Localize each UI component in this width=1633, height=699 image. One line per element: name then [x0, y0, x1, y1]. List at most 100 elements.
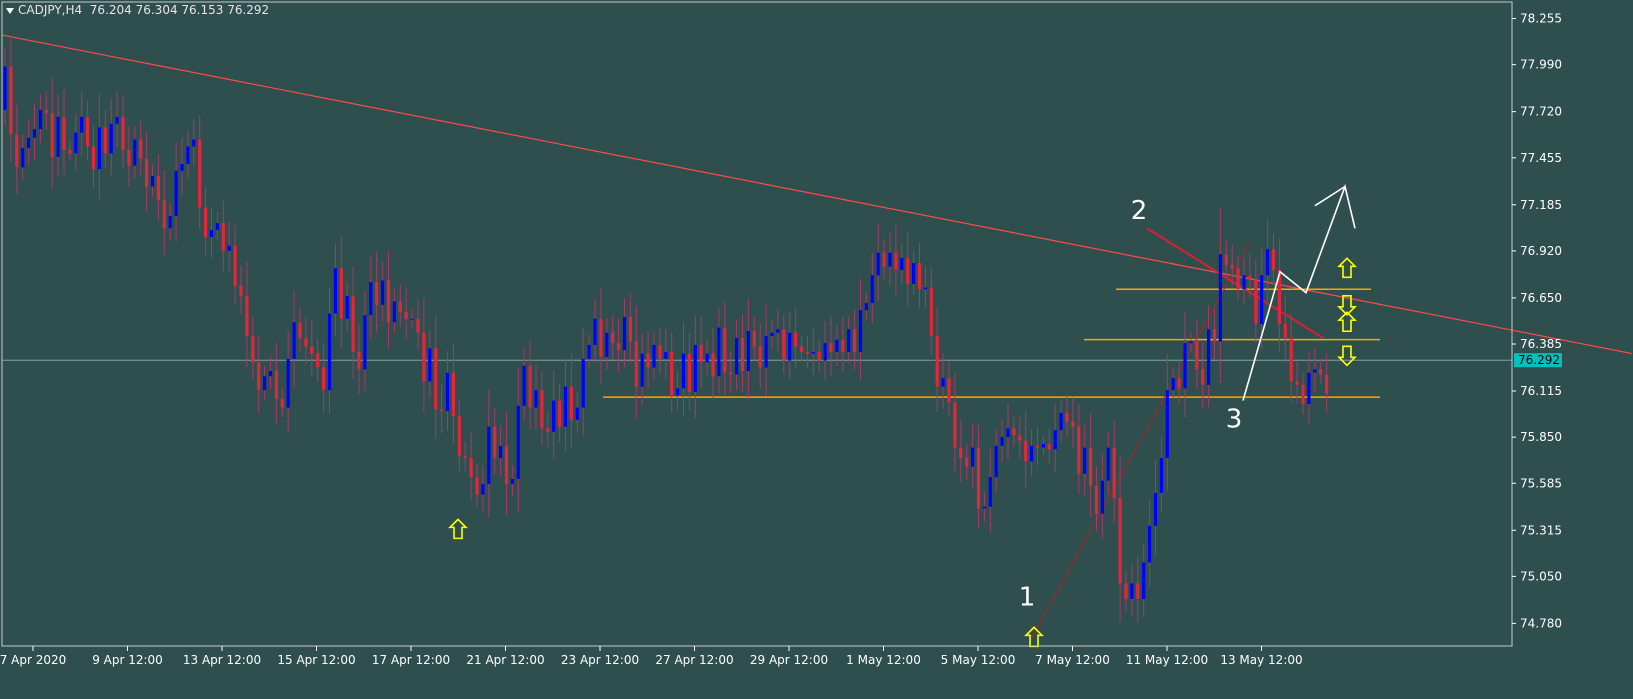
candle-body	[1012, 428, 1016, 436]
candle	[38, 94, 42, 143]
candle-body	[658, 344, 662, 359]
candle-body	[1059, 412, 1063, 431]
y-tick-label: 76.385	[1520, 337, 1562, 351]
candle-body	[3, 66, 7, 110]
candle-body	[133, 139, 137, 166]
candle-body	[1207, 329, 1211, 385]
candle-body	[245, 296, 249, 337]
candle	[1159, 437, 1163, 512]
candle	[976, 425, 981, 529]
candle-body	[1136, 583, 1140, 600]
candle-body	[593, 318, 597, 345]
candle	[817, 339, 821, 372]
candle-body	[569, 386, 573, 420]
candle	[746, 298, 750, 401]
candle-body	[1301, 384, 1305, 405]
candle-body	[540, 390, 544, 429]
candle-body	[847, 329, 851, 352]
candle-body	[693, 344, 697, 392]
candle-body	[917, 263, 922, 290]
candle	[463, 441, 467, 471]
candle	[829, 316, 833, 376]
candle	[1171, 367, 1175, 400]
x-tick-label: 9 Apr 12:00	[92, 653, 163, 667]
candle-body	[109, 123, 113, 154]
wave-label: 3	[1226, 405, 1243, 435]
candle-body	[162, 200, 166, 229]
candle-body	[1041, 444, 1045, 448]
candle	[1035, 426, 1040, 466]
candle	[546, 411, 550, 447]
candle	[1053, 404, 1057, 473]
candle	[322, 342, 326, 413]
candle-body	[611, 332, 615, 344]
candle-body	[1000, 437, 1004, 446]
candle	[44, 91, 48, 130]
candle	[74, 113, 78, 171]
candle-body	[457, 416, 461, 457]
candle-body	[1112, 447, 1116, 499]
candle-body	[74, 132, 78, 154]
candle-body	[233, 245, 237, 286]
candle-body	[351, 296, 355, 352]
candle	[1165, 354, 1169, 491]
y-tick-label: 75.850	[1520, 430, 1562, 444]
candle-body	[327, 313, 332, 391]
candle-body	[923, 287, 927, 290]
candle-body	[239, 285, 243, 297]
candle-body	[516, 405, 520, 479]
candle	[369, 256, 373, 339]
candle-body	[1159, 458, 1163, 493]
candle-body	[758, 346, 762, 368]
candle	[947, 361, 951, 418]
candle-body	[811, 351, 815, 354]
candle	[717, 308, 721, 394]
candle	[1153, 460, 1158, 556]
candle	[504, 411, 509, 515]
candle	[959, 420, 963, 483]
axes: 78.255 77.990 77.720 77.455 77.185 76.920 76.6…	[0, 1, 1562, 667]
candle-body	[581, 358, 585, 408]
candle	[1024, 411, 1028, 489]
candle-body	[221, 223, 225, 251]
candle	[1065, 394, 1069, 438]
candle-body	[634, 341, 638, 387]
candle-body	[528, 365, 532, 408]
candle	[782, 314, 786, 374]
candle	[876, 224, 880, 301]
candle-body	[1325, 374, 1329, 394]
candle	[27, 119, 31, 165]
candle	[1319, 359, 1323, 384]
candle	[422, 297, 426, 413]
candle	[1212, 308, 1217, 360]
candle-body	[764, 336, 768, 368]
candle	[487, 389, 491, 518]
candle-body	[912, 263, 916, 284]
candle	[1071, 397, 1075, 449]
candle	[676, 370, 680, 412]
y-tick-label: 77.185	[1520, 198, 1562, 212]
candle	[681, 322, 686, 417]
candle	[581, 327, 585, 436]
candle-body	[746, 330, 750, 371]
candle-body	[870, 275, 874, 304]
candle	[410, 310, 414, 327]
candle	[729, 351, 733, 394]
candle-body	[829, 343, 833, 352]
candle-body	[286, 358, 290, 408]
candle-body	[782, 329, 786, 361]
candle	[982, 492, 986, 522]
candle-body	[947, 377, 951, 403]
candle	[192, 118, 196, 166]
candle	[1077, 404, 1081, 494]
candle-body	[416, 318, 420, 333]
price-chart[interactable]: 1 2 3 78.255 77.990 77.720 77.455 77.185 76.920…	[0, 0, 1633, 699]
candle-body	[976, 447, 981, 509]
candle-body	[1183, 343, 1187, 389]
candle	[711, 328, 715, 399]
candle	[68, 142, 72, 161]
candle	[1083, 423, 1087, 496]
candle	[1012, 416, 1016, 447]
candle-body	[853, 329, 857, 352]
x-tick-label: 7 May 12:00	[1035, 653, 1110, 667]
